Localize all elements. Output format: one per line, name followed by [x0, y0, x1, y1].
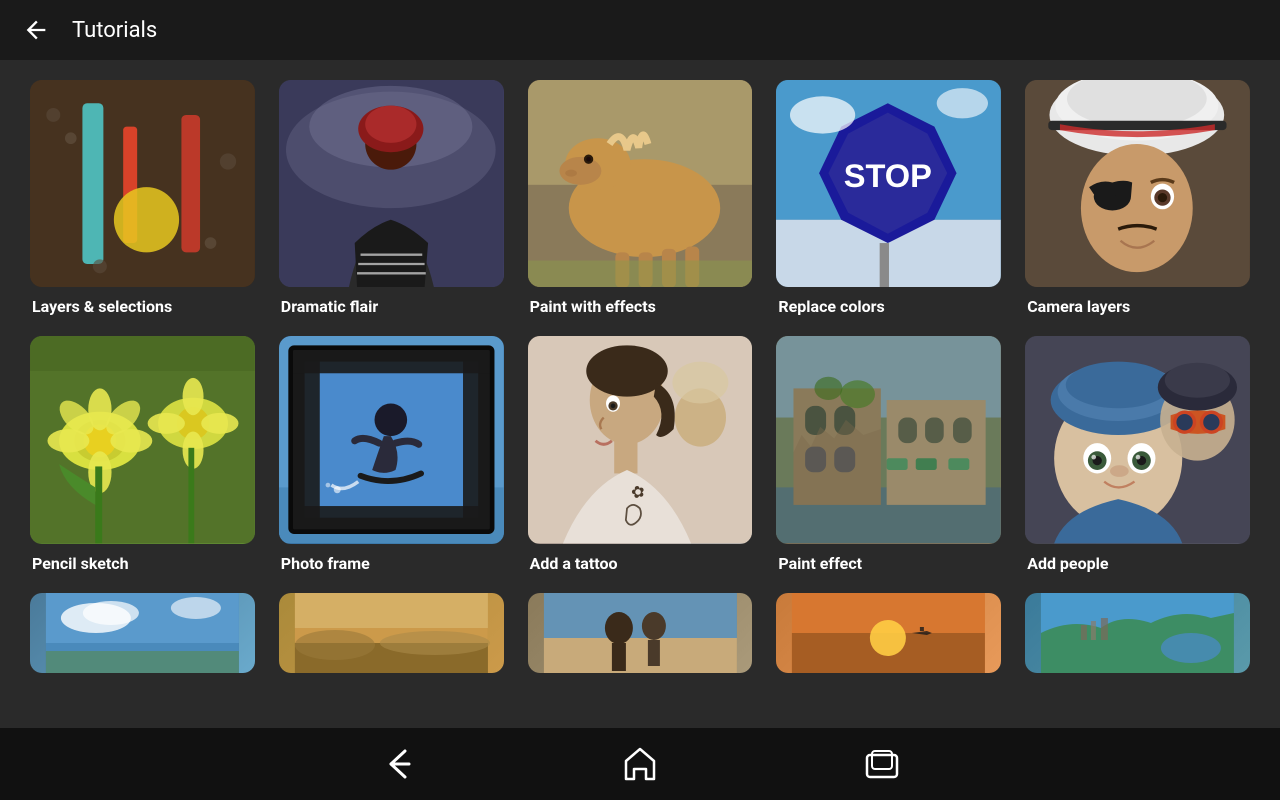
label-paint-effect: Paint effect	[776, 554, 1001, 573]
thumbnail-pencil-sketch	[30, 336, 255, 543]
tutorial-item-partial-5[interactable]	[1025, 593, 1250, 673]
navigation-bar	[0, 728, 1280, 800]
thumbnail-replace-colors: STOP	[776, 80, 1001, 287]
page-title: Tutorials	[72, 18, 157, 43]
label-pencil-sketch: Pencil sketch	[30, 554, 255, 573]
tutorial-item-partial-1[interactable]	[30, 593, 255, 673]
tutorial-item-layers-selections[interactable]: Layers & selections	[30, 80, 255, 316]
label-layers-selections: Layers & selections	[30, 297, 255, 316]
label-photo-frame: Photo frame	[279, 554, 504, 573]
thumbnail-partial-3	[528, 593, 753, 673]
home-nav-button[interactable]	[619, 743, 661, 785]
thumbnail-paint-effects	[528, 80, 753, 287]
tutorial-item-paint-effects[interactable]: Paint with effects	[528, 80, 753, 316]
thumbnail-partial-2	[279, 593, 504, 673]
thumbnail-add-people	[1025, 336, 1250, 543]
tutorial-item-camera-layers[interactable]: Camera layers	[1025, 80, 1250, 316]
tutorial-item-paint-effect[interactable]: Paint effect	[776, 336, 1001, 572]
tutorial-item-partial-4[interactable]	[776, 593, 1001, 673]
thumbnail-partial-1	[30, 593, 255, 673]
thumbnail-add-tattoo: ✿	[528, 336, 753, 543]
label-add-tattoo: Add a tattoo	[528, 554, 753, 573]
thumbnail-photo-frame	[279, 336, 504, 543]
header: Tutorials	[0, 0, 1280, 60]
thumbnail-partial-4	[776, 593, 1001, 673]
label-paint-effects: Paint with effects	[528, 297, 753, 316]
tutorial-item-photo-frame[interactable]: Photo frame	[279, 336, 504, 572]
thumbnail-dramatic-flair	[279, 80, 504, 287]
content-area: Layers & selections	[0, 60, 1280, 728]
label-replace-colors: Replace colors	[776, 297, 1001, 316]
thumbnail-camera-layers	[1025, 80, 1250, 287]
tutorial-item-dramatic-flair[interactable]: Dramatic flair	[279, 80, 504, 316]
tutorial-item-add-people[interactable]: Add people	[1025, 336, 1250, 572]
thumbnail-layers-selections	[30, 80, 255, 287]
label-add-people: Add people	[1025, 554, 1250, 573]
tutorial-item-partial-2[interactable]	[279, 593, 504, 673]
thumbnail-paint-effect	[776, 336, 1001, 543]
back-nav-button[interactable]	[377, 743, 419, 785]
recents-nav-button[interactable]	[861, 743, 903, 785]
label-camera-layers: Camera layers	[1025, 297, 1250, 316]
back-button[interactable]	[20, 14, 52, 46]
tutorial-item-pencil-sketch[interactable]: Pencil sketch	[30, 336, 255, 572]
label-dramatic-flair: Dramatic flair	[279, 297, 504, 316]
tutorial-item-partial-3[interactable]	[528, 593, 753, 673]
tutorial-item-add-tattoo[interactable]: ✿ Add a tattoo	[528, 336, 753, 572]
svg-text:STOP: STOP	[844, 157, 932, 194]
thumbnail-partial-5	[1025, 593, 1250, 673]
tutorial-item-replace-colors[interactable]: STOP Replace colors	[776, 80, 1001, 316]
tutorial-grid: Layers & selections	[30, 80, 1250, 673]
